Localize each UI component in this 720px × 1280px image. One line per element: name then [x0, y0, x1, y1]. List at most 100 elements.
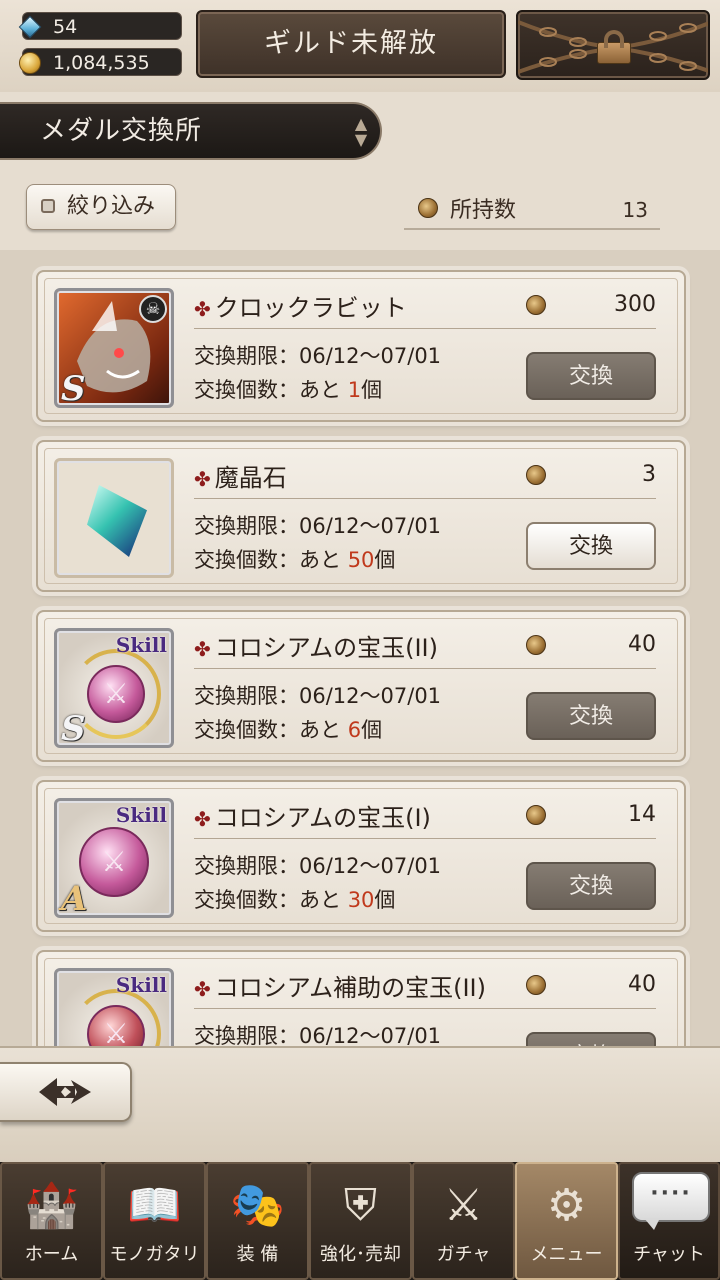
- gem-counter: 54: [18, 12, 182, 40]
- nav-label: モノガタリ: [109, 1244, 200, 1265]
- list-item: ✤ 魔晶石 3 交換期限：06/12～07/01 交換個数：あと 50個 交換: [36, 440, 686, 592]
- nav-story[interactable]: 📖 モノガタリ: [103, 1162, 206, 1280]
- unit-label: 個: [361, 378, 383, 402]
- mark-icon: ✤: [194, 977, 211, 1001]
- item-name-text: コロシアムの宝玉(I): [214, 804, 431, 832]
- remaining-value: 50: [347, 548, 375, 572]
- list-item: ⚔ Skill A ✤ コロシアムの宝玉(I) 14 交換期限：06/12～07/…: [36, 780, 686, 932]
- gem-count: 54: [53, 16, 78, 38]
- owned-medals: 所持数 13: [404, 188, 660, 230]
- bottom-nav: 🏰 ホーム 📖 モノガタリ 🎭 装 備 ⛨ 強化･売却 ⚔ ガチャ ⚙ メニュー…: [0, 1162, 720, 1280]
- top-bar: 54 1,084,535 ギルド未解放: [0, 0, 720, 92]
- medal-icon: [526, 975, 546, 995]
- mark-icon: ✤: [194, 297, 211, 321]
- remaining-value: 6: [347, 718, 362, 742]
- period-label: 交換期限：: [194, 1024, 299, 1046]
- nav-enhance-sell[interactable]: ⛨ 強化･売却: [309, 1162, 412, 1280]
- skill-tag: Skill: [115, 973, 167, 997]
- exchange-button[interactable]: 交換: [526, 862, 656, 910]
- coin-icon: [17, 50, 43, 76]
- medal-icon: [418, 198, 438, 218]
- divider: [194, 838, 656, 839]
- period-label: 交換期限：: [194, 854, 299, 878]
- nav-home[interactable]: 🏰 ホーム: [0, 1162, 103, 1280]
- period-label: 交換期限：: [194, 514, 299, 538]
- coin-counter: 1,084,535: [19, 48, 182, 76]
- nav-label: 強化･売却: [320, 1244, 401, 1265]
- padlock-icon: [596, 30, 632, 64]
- exchange-button[interactable]: 交換: [526, 1032, 656, 1046]
- nav-menu[interactable]: ⚙ メニュー: [515, 1162, 618, 1280]
- nav-label: 装 備: [236, 1244, 279, 1265]
- divider: [194, 328, 656, 329]
- item-name: ✤ 魔晶石: [194, 458, 287, 493]
- exchange-button[interactable]: 交換: [526, 522, 656, 570]
- exchange-button[interactable]: 交換: [526, 692, 656, 740]
- crossed-swords-orb-icon: ⚔: [79, 827, 149, 897]
- monster-thumbnail[interactable]: ☠ S: [54, 288, 174, 408]
- owned-label: 所持数: [450, 198, 517, 223]
- list-item: ⚔ Skill S ✤ コロシアムの宝玉(II) 40 交換期限：06/12～07…: [36, 610, 686, 762]
- cost-value: 300: [614, 292, 656, 317]
- page-title: メダル交換所: [0, 102, 382, 160]
- skill-orb-thumbnail[interactable]: ⚔ Skill A: [54, 798, 174, 918]
- item-name-text: コロシアム補助の宝玉(II): [214, 974, 486, 1002]
- item-name-text: 魔晶石: [214, 464, 287, 492]
- nav-chat[interactable]: ···· チャット: [618, 1162, 720, 1280]
- nav-label: ガチャ: [436, 1244, 491, 1265]
- nav-label: チャット: [633, 1244, 705, 1265]
- unit-label: 個: [374, 548, 396, 572]
- cost: 40: [526, 630, 656, 660]
- mark-icon: ✤: [194, 637, 211, 661]
- divider: [194, 1008, 656, 1009]
- period-value: 06/12～07/01: [299, 514, 442, 538]
- medal-icon: [526, 295, 546, 315]
- cost-value: 14: [628, 802, 656, 827]
- remaining-label: 交換個数：あと: [194, 718, 341, 742]
- list-item: ⚔ Skill ✤ コロシアム補助の宝玉(II) 40 交換期限：06/12～07…: [36, 950, 686, 1046]
- exchange-button[interactable]: 交換: [526, 352, 656, 400]
- cost-value: 40: [628, 632, 656, 657]
- medal-icon: [526, 465, 546, 485]
- swords-icon: ⚔: [443, 1180, 484, 1231]
- item-name: ✤ クロックラビット: [194, 288, 407, 323]
- cost: 40: [526, 970, 656, 1000]
- crystal-thumbnail[interactable]: [54, 458, 174, 578]
- item-name-text: コロシアムの宝玉(II): [214, 634, 438, 662]
- cost: 300: [526, 290, 656, 320]
- exchange-period: 交換期限：06/12～07/01: [194, 340, 441, 370]
- medal-icon: [526, 635, 546, 655]
- period-label: 交換期限：: [194, 344, 299, 368]
- exchange-period: 交換期限：06/12～07/01: [194, 680, 441, 710]
- medal-icon: [526, 805, 546, 825]
- filter-button[interactable]: 絞り込み: [26, 184, 176, 230]
- skill-orb-thumbnail[interactable]: ⚔ Skill S: [54, 628, 174, 748]
- exchange-list[interactable]: ☠ S ✤ クロックラビット 300 交換期限：06/12～07/01 交換個数：…: [0, 250, 720, 1046]
- book-icon: 📖: [127, 1180, 182, 1231]
- divider: [194, 498, 656, 499]
- exchange-period: 交換期限：06/12～07/01: [194, 1020, 441, 1046]
- remaining-count: 交換個数：あと 30個: [194, 884, 395, 914]
- filter-label: 絞り込み: [67, 194, 156, 219]
- guild-button[interactable]: ギルド未解放: [196, 10, 506, 78]
- skill-tag: Skill: [115, 633, 167, 657]
- remaining-count: 交換個数：あと 1個: [194, 374, 382, 404]
- skill-tag: Skill: [115, 803, 167, 827]
- rank-letter: A: [61, 879, 88, 918]
- cost: 3: [526, 460, 656, 490]
- locked-feature-button[interactable]: [516, 10, 710, 80]
- period-value: 06/12～07/01: [299, 684, 442, 708]
- cost-value: 40: [628, 972, 656, 997]
- divider: [194, 668, 656, 669]
- sort-toggle-icon[interactable]: ▲ ▼: [348, 114, 374, 148]
- nav-label: メニュー: [530, 1244, 603, 1265]
- cost: 14: [526, 800, 656, 830]
- skill-orb-thumbnail[interactable]: ⚔ Skill: [54, 968, 174, 1046]
- chat-bubble-icon: ····: [632, 1172, 710, 1222]
- back-button[interactable]: [0, 1062, 132, 1122]
- rank-letter: S: [61, 709, 86, 748]
- nav-gacha[interactable]: ⚔ ガチャ: [412, 1162, 515, 1280]
- nav-equipment[interactable]: 🎭 装 備: [206, 1162, 309, 1280]
- puppet-icon: 🎭: [230, 1180, 285, 1231]
- item-name: ✤ コロシアムの宝玉(II): [194, 628, 438, 663]
